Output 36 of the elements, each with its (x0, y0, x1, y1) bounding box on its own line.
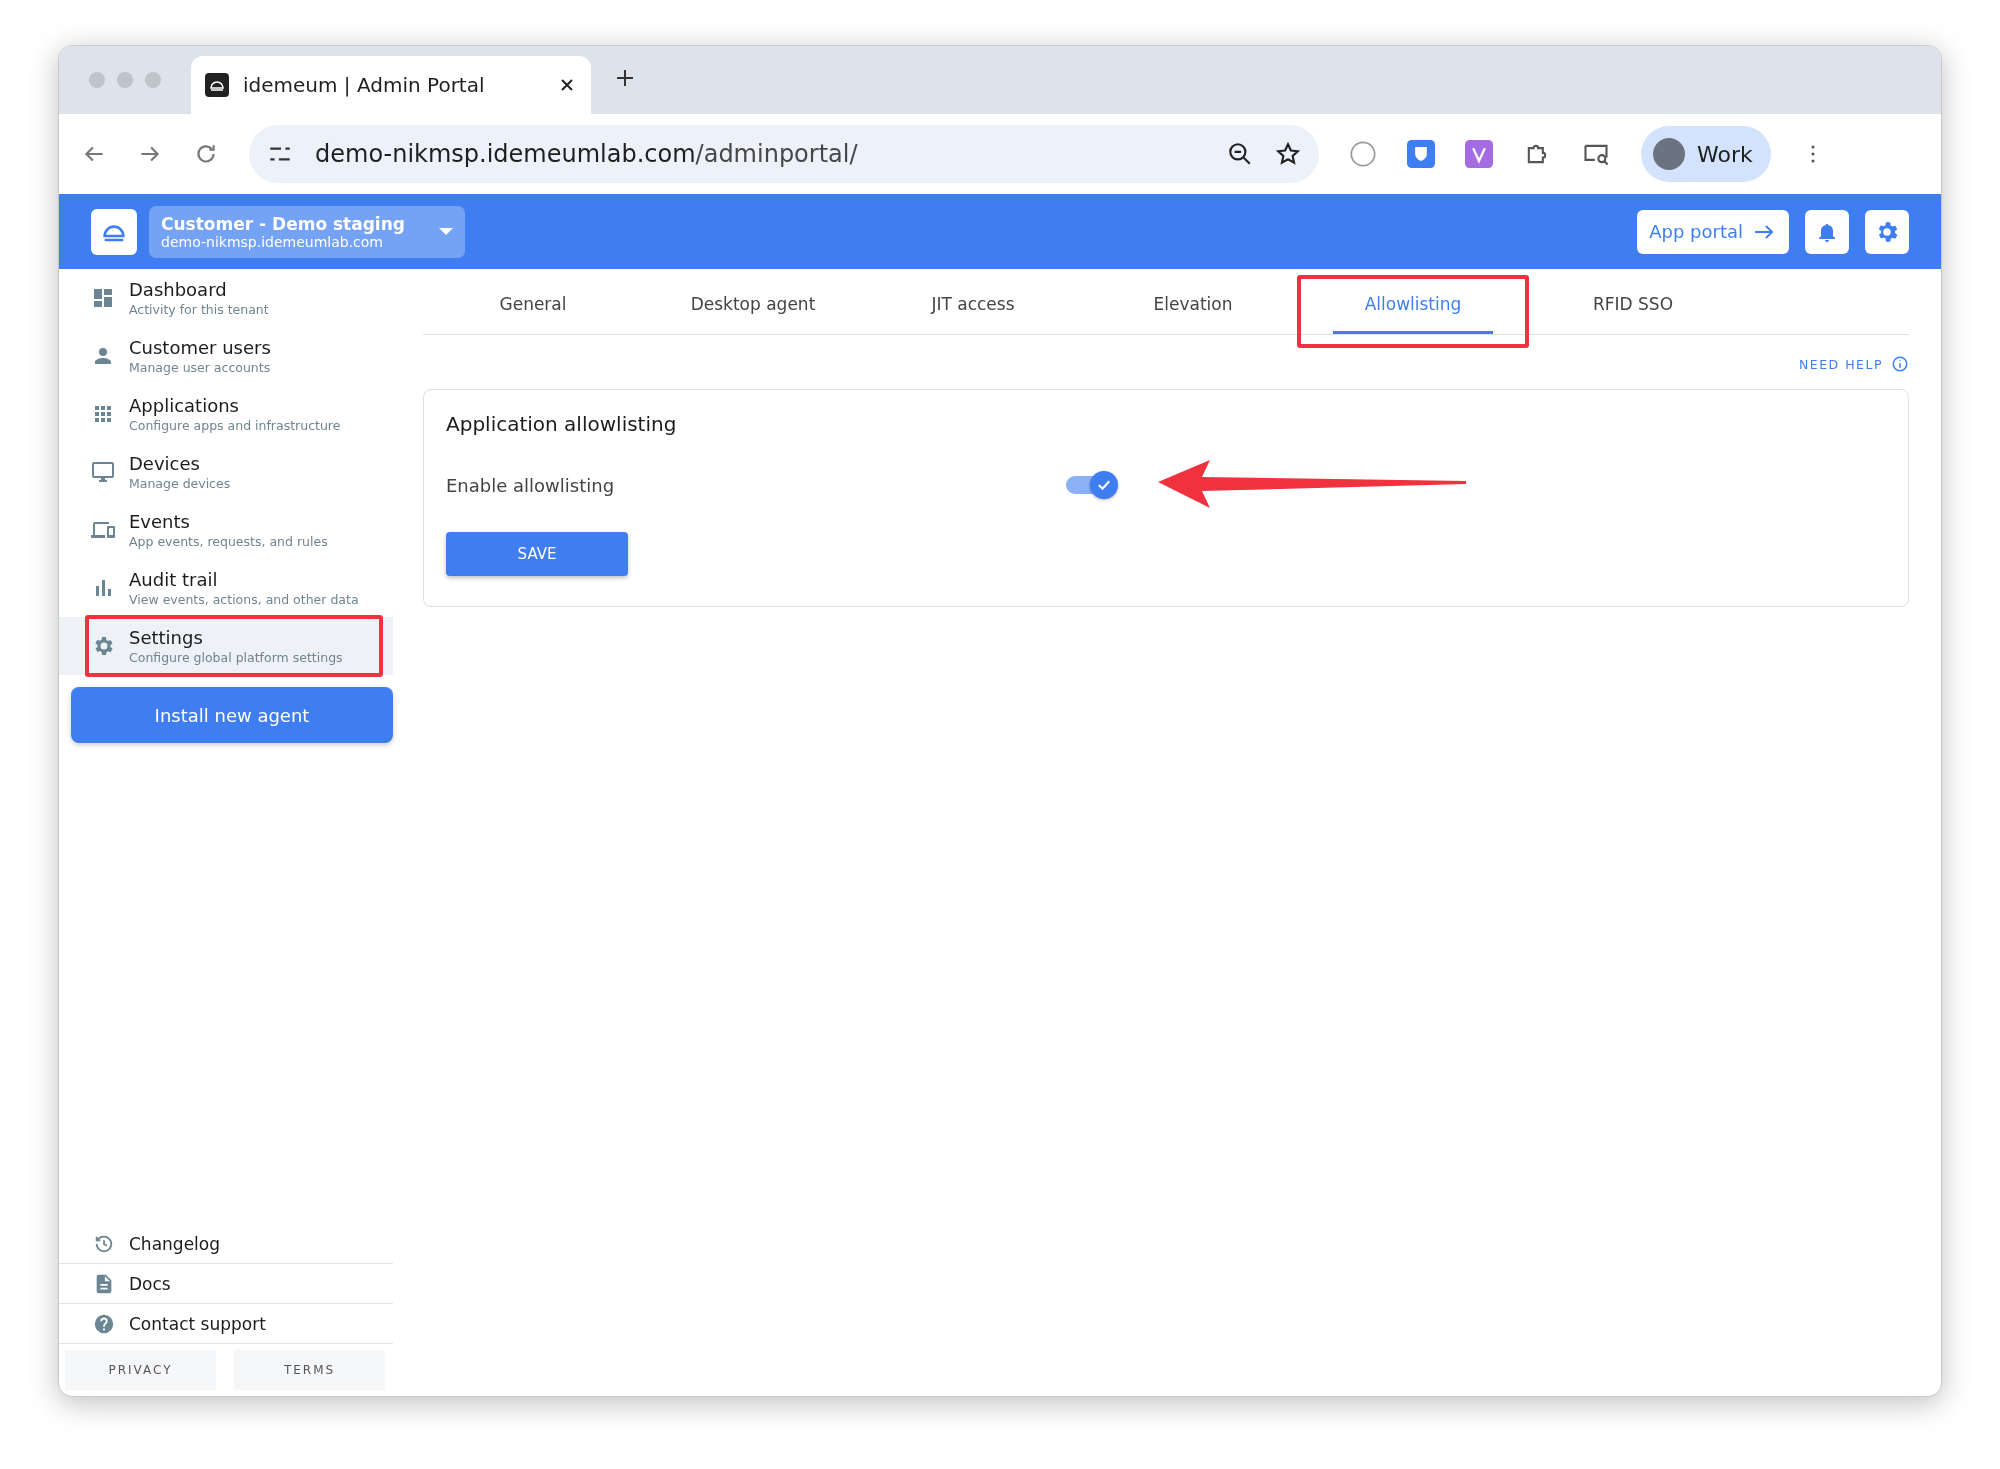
footer-link[interactable]: Docs (59, 1264, 393, 1304)
need-help-link[interactable]: NEED HELP (1798, 355, 1909, 373)
caret-icon (439, 228, 453, 235)
settings-tab[interactable]: Desktop agent (643, 273, 863, 334)
shield-icon[interactable] (1407, 140, 1435, 168)
settings-button[interactable] (1865, 209, 1909, 254)
settings-tab[interactable]: General (423, 273, 643, 334)
legal-link[interactable]: PRIVACY (65, 1350, 216, 1390)
settings-tab[interactable]: JIT access (863, 273, 1083, 334)
info-icon (1891, 355, 1909, 373)
nav-item[interactable]: Settings Configure global platform settings (59, 617, 393, 675)
url-text: demo-nikmsp.idemeumlab.com/adminportal/ (315, 140, 859, 168)
settings-tab[interactable]: Allowlisting (1303, 273, 1523, 334)
notifications-button[interactable] (1805, 209, 1849, 254)
browser-tab[interactable]: idemeum | Admin Portal (191, 56, 591, 114)
app-portal-button[interactable]: App portal (1637, 209, 1789, 254)
profile-button[interactable]: Work (1641, 126, 1771, 182)
footer-link[interactable]: Contact support (59, 1304, 393, 1344)
install-agent-button[interactable]: Install new agent (71, 687, 393, 743)
avatar-icon (1653, 138, 1685, 170)
settings-tab[interactable]: Elevation (1083, 273, 1303, 334)
settings-card: Application allowlisting Enable allowlisting SAVE (423, 389, 1909, 607)
monitor-icon (91, 460, 115, 484)
address-bar[interactable]: demo-nikmsp.idemeumlab.com/adminportal/ (249, 125, 1319, 183)
site-logo-icon (205, 73, 229, 97)
extension-circle-icon[interactable] (1349, 140, 1377, 168)
bookmark-star-icon[interactable] (1275, 141, 1301, 167)
v-logo-icon[interactable] (1465, 140, 1493, 168)
legal-link[interactable]: TERMS (234, 1350, 385, 1390)
toggle-switch[interactable] (1066, 471, 1118, 499)
footer-link[interactable]: Changelog (59, 1224, 393, 1264)
zoom-out-icon[interactable] (1227, 141, 1253, 167)
help-icon (93, 1312, 115, 1335)
dashboard-icon (91, 286, 115, 310)
settings-tab[interactable]: RFID SSO (1523, 273, 1743, 334)
save-button[interactable]: SAVE (446, 532, 628, 576)
